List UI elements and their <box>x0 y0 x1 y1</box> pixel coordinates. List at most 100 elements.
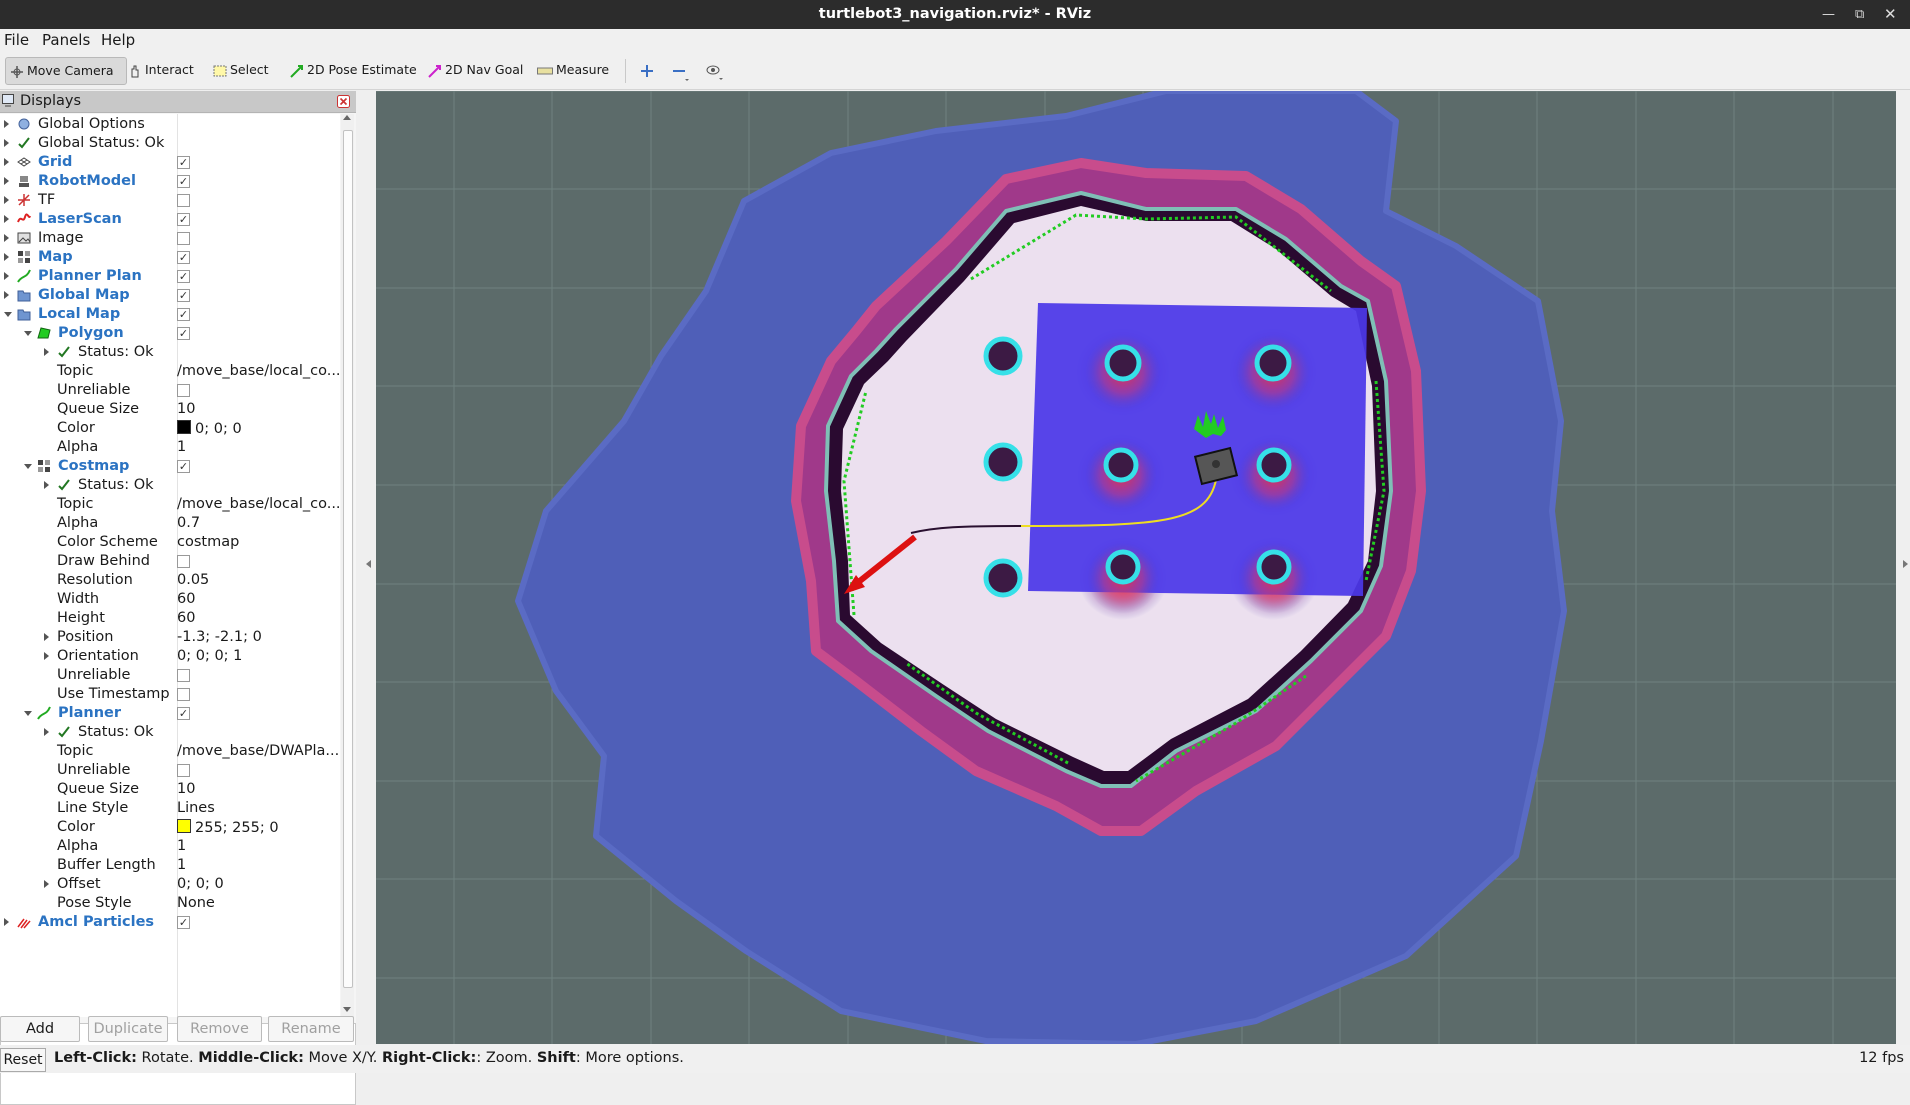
display-row-value[interactable]: 10 <box>177 401 340 417</box>
display-row-value[interactable]: costmap <box>177 534 340 550</box>
displays-tree[interactable]: Global Options Global Status: Ok Grid ✓ Robo… <box>0 114 340 1017</box>
display-row-position[interactable]: Position -1.3; -2.1; 0 <box>0 628 340 647</box>
displays-scrollbar[interactable] <box>341 114 354 1017</box>
display-row-grid[interactable]: Grid ✓ <box>0 153 340 172</box>
display-row-color[interactable]: Color 0; 0; 0 <box>0 419 340 438</box>
left-splitter-handle[interactable] <box>366 560 371 568</box>
display-row-value[interactable]: /move_base/local_co... <box>177 363 340 379</box>
display-row-color-scheme[interactable]: Color Scheme costmap <box>0 533 340 552</box>
display-row-robotmodel[interactable]: RobotModel ✓ <box>0 172 340 191</box>
nav-goal-button[interactable]: 2D Nav Goal <box>424 57 527 83</box>
display-checkbox[interactable]: ✓ <box>177 270 190 283</box>
display-checkbox[interactable] <box>177 764 190 777</box>
interact-button[interactable]: Interact <box>124 57 198 83</box>
display-checkbox[interactable]: ✓ <box>177 213 190 226</box>
pose-estimate-button[interactable]: 2D Pose Estimate <box>286 57 421 83</box>
display-checkbox[interactable] <box>177 688 190 701</box>
measure-button[interactable]: Measure <box>533 57 613 83</box>
minimize-icon[interactable]: — <box>1822 0 1835 29</box>
expand-arrow-icon[interactable] <box>44 728 49 736</box>
display-row-color[interactable]: Color 255; 255; 0 <box>0 818 340 837</box>
expand-arrow-icon[interactable] <box>4 234 9 242</box>
expand-arrow-icon[interactable] <box>4 215 9 223</box>
display-checkbox[interactable]: ✓ <box>177 175 190 188</box>
display-row-orientation[interactable]: Orientation 0; 0; 0; 1 <box>0 647 340 666</box>
expand-arrow-icon[interactable] <box>4 196 9 204</box>
display-row-use-timestamp[interactable]: Use Timestamp <box>0 685 340 704</box>
display-checkbox[interactable]: ✓ <box>177 289 190 302</box>
menu-file[interactable]: File <box>4 31 29 49</box>
display-row-local-map[interactable]: Local Map ✓ <box>0 305 340 324</box>
display-row-unreliable[interactable]: Unreliable <box>0 761 340 780</box>
display-row-map[interactable]: Map ✓ <box>0 248 340 267</box>
display-checkbox[interactable] <box>177 555 190 568</box>
display-row-value[interactable]: 0; 0; 0 <box>177 876 340 892</box>
expand-arrow-icon[interactable] <box>4 158 9 166</box>
display-row-value[interactable]: 10 <box>177 781 340 797</box>
eye-icon[interactable] <box>706 63 724 81</box>
reset-button[interactable]: Reset <box>0 1048 46 1072</box>
display-row-offset[interactable]: Offset 0; 0; 0 <box>0 875 340 894</box>
display-row-image[interactable]: Image <box>0 229 340 248</box>
display-row-global-map[interactable]: Global Map ✓ <box>0 286 340 305</box>
display-row-value[interactable]: 1 <box>177 857 340 873</box>
display-row-buffer-length[interactable]: Buffer Length 1 <box>0 856 340 875</box>
panel-close-icon[interactable] <box>337 95 350 108</box>
menu-help[interactable]: Help <box>101 31 135 49</box>
expand-arrow-icon[interactable] <box>4 291 9 299</box>
right-splitter-handle[interactable] <box>1903 560 1908 568</box>
display-row-planner[interactable]: Planner ✓ <box>0 704 340 723</box>
expand-arrow-icon[interactable] <box>44 481 49 489</box>
display-row-global-options[interactable]: Global Options <box>0 115 340 134</box>
display-checkbox[interactable]: ✓ <box>177 460 190 473</box>
display-row-topic[interactable]: Topic/move_base/local_co... <box>0 362 340 381</box>
display-row-value[interactable]: 0; 0; 0 <box>177 420 340 437</box>
display-row-alpha[interactable]: Alpha 1 <box>0 438 340 457</box>
display-row-value[interactable]: 60 <box>177 610 340 626</box>
display-row-value[interactable]: 60 <box>177 591 340 607</box>
rename-button[interactable]: Rename <box>268 1016 354 1042</box>
expand-arrow-icon[interactable] <box>44 880 49 888</box>
display-row-value[interactable]: 0.7 <box>177 515 340 531</box>
display-row-resolution[interactable]: Resolution 0.05 <box>0 571 340 590</box>
display-row-value[interactable]: -1.3; -2.1; 0 <box>177 629 340 645</box>
display-row-value[interactable]: 0; 0; 0; 1 <box>177 648 340 664</box>
select-button[interactable]: Select <box>209 57 273 83</box>
expand-arrow-icon[interactable] <box>4 272 9 280</box>
maximize-icon[interactable]: ⧉ <box>1855 0 1864 29</box>
display-row-value[interactable]: Lines <box>177 800 340 816</box>
display-row-status-ok[interactable]: Status: Ok <box>0 723 340 742</box>
duplicate-button[interactable]: Duplicate <box>88 1016 168 1042</box>
render-viewport[interactable] <box>376 91 1896 1044</box>
display-checkbox[interactable]: ✓ <box>177 707 190 720</box>
display-checkbox[interactable] <box>177 232 190 245</box>
display-checkbox[interactable] <box>177 669 190 682</box>
display-row-status-ok[interactable]: Status: Ok <box>0 476 340 495</box>
menu-panels[interactable]: Panels <box>42 31 90 49</box>
display-row-width[interactable]: Width 60 <box>0 590 340 609</box>
display-row-status-ok[interactable]: Status: Ok <box>0 343 340 362</box>
display-row-planner-plan[interactable]: Planner Plan ✓ <box>0 267 340 286</box>
display-row-value[interactable]: 0.05 <box>177 572 340 588</box>
expand-arrow-icon[interactable] <box>4 120 9 128</box>
add-button[interactable]: Add <box>0 1016 80 1042</box>
plus-icon[interactable] <box>640 64 654 78</box>
display-row-topic[interactable]: Topic/move_base/DWAPla... <box>0 742 340 761</box>
display-checkbox[interactable]: ✓ <box>177 916 190 929</box>
expand-arrow-icon[interactable] <box>4 139 9 147</box>
display-row-tf[interactable]: TF <box>0 191 340 210</box>
remove-button[interactable]: Remove <box>177 1016 262 1042</box>
display-checkbox[interactable] <box>177 384 190 397</box>
display-row-value[interactable]: 255; 255; 0 <box>177 819 340 836</box>
display-row-height[interactable]: Height 60 <box>0 609 340 628</box>
display-row-value[interactable]: /move_base/local_co... <box>177 496 340 512</box>
display-row-value[interactable]: 1 <box>177 838 340 854</box>
display-checkbox[interactable] <box>177 194 190 207</box>
display-row-costmap[interactable]: Costmap ✓ <box>0 457 340 476</box>
collapse-arrow-icon[interactable] <box>24 464 32 469</box>
minus-icon[interactable] <box>672 64 690 82</box>
display-checkbox[interactable]: ✓ <box>177 308 190 321</box>
display-row-value[interactable]: None <box>177 895 340 911</box>
display-row-value[interactable]: 1 <box>177 439 340 455</box>
close-icon[interactable]: ✕ <box>1884 0 1897 29</box>
